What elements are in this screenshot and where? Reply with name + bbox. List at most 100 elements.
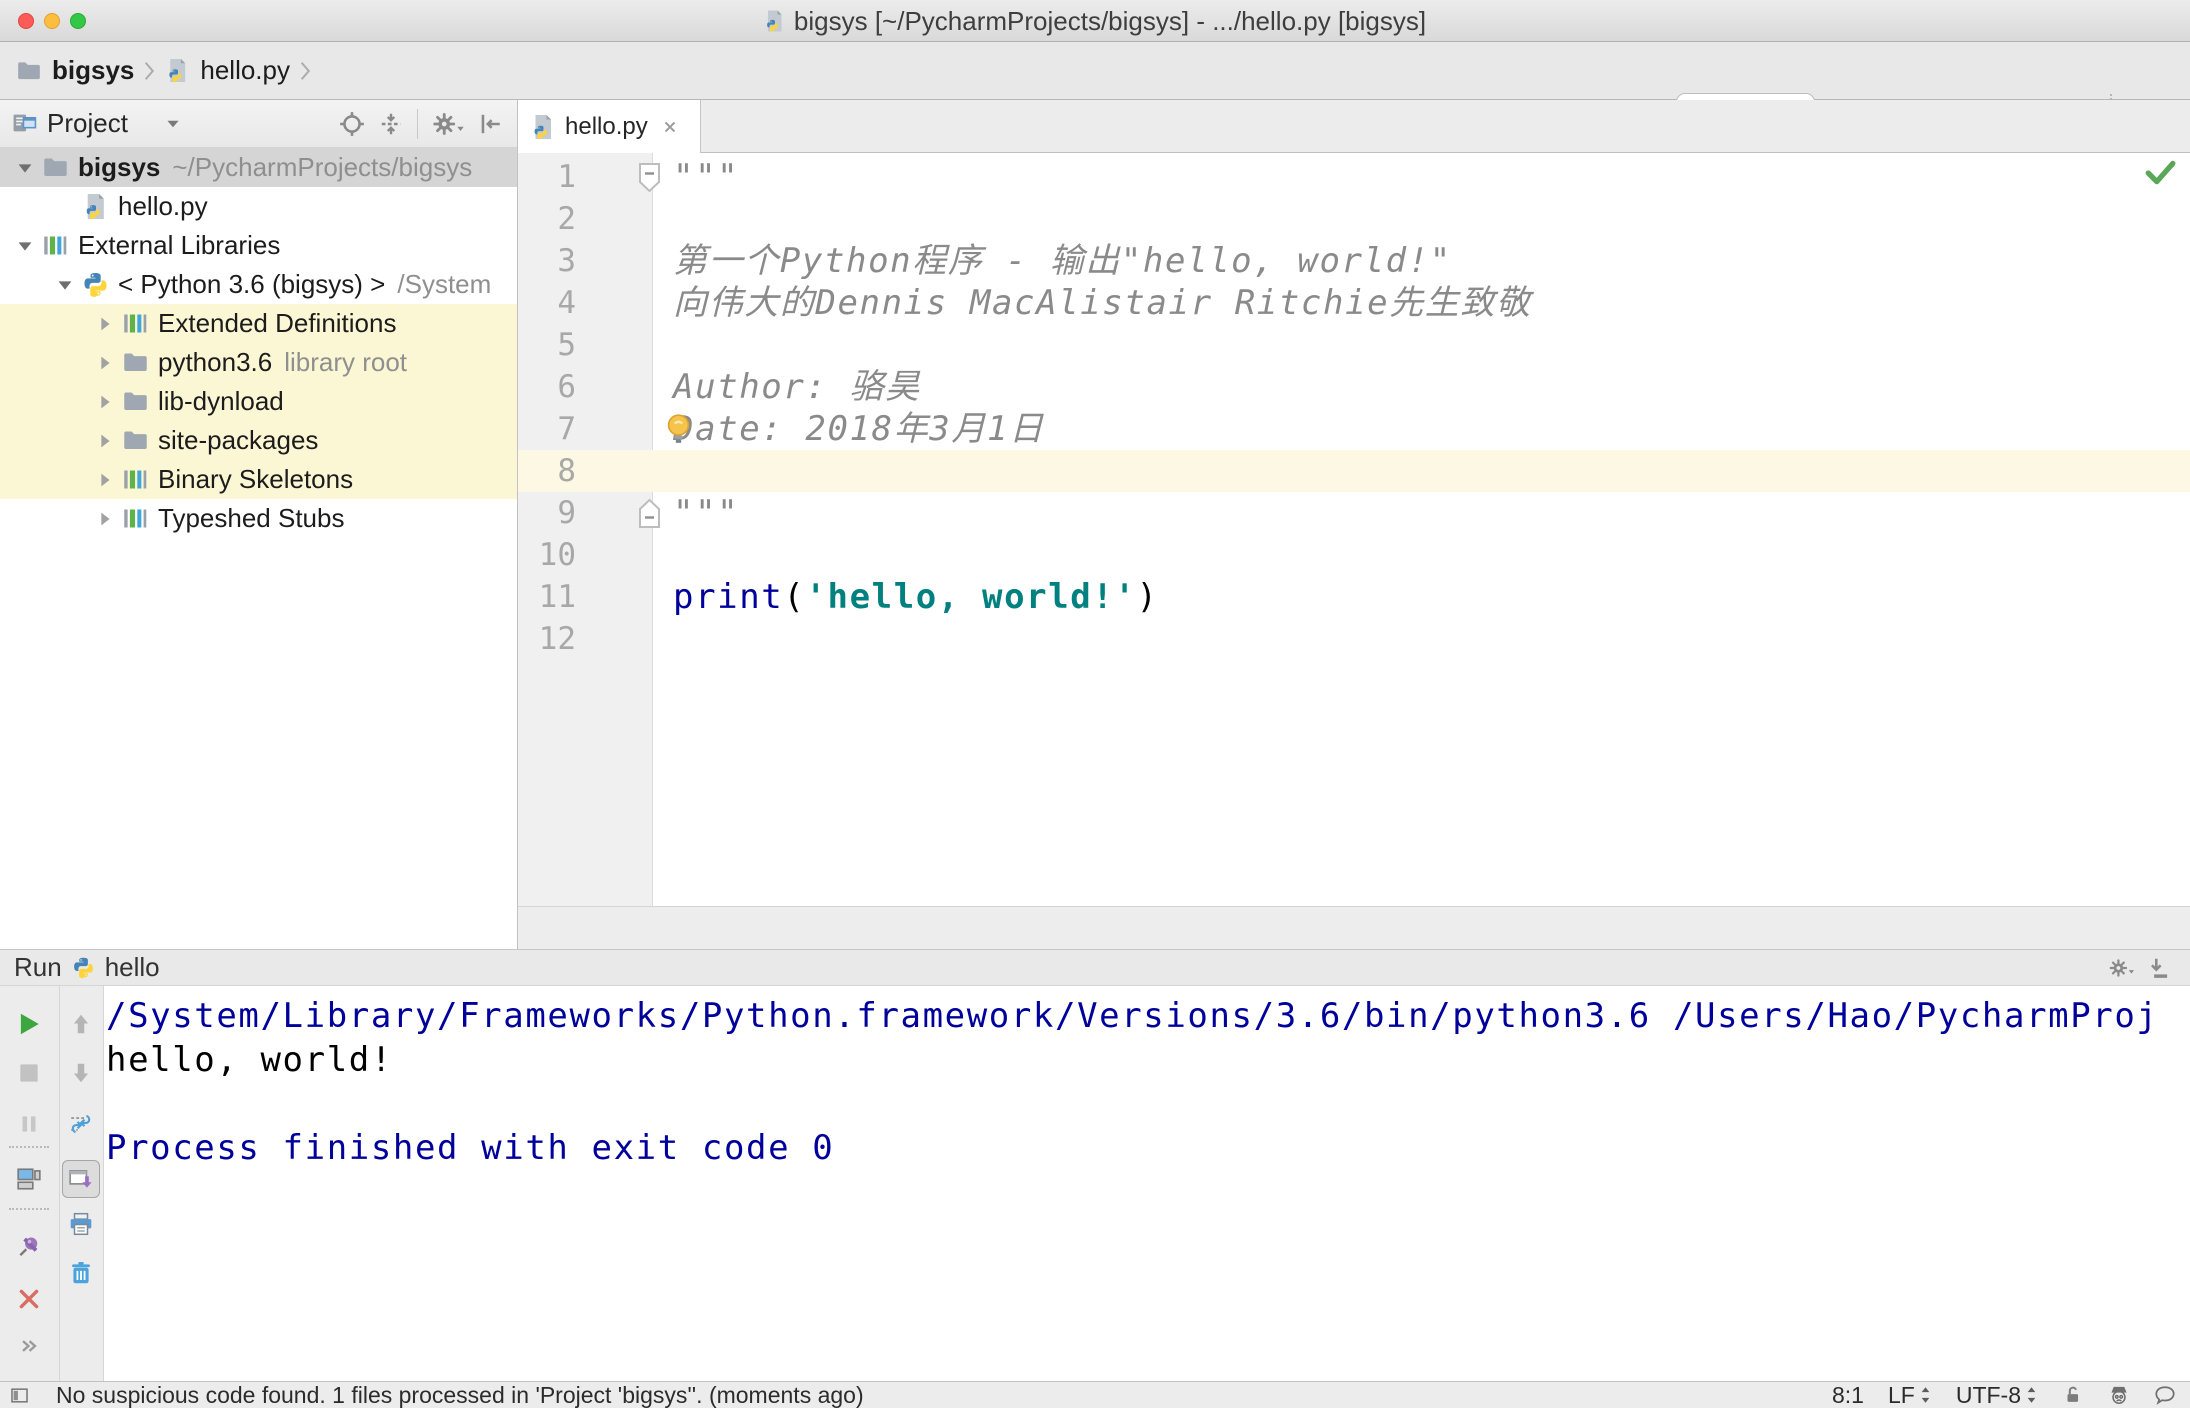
editor-line-8[interactable]: 8 <box>518 450 2190 492</box>
chevron-right-icon[interactable] <box>88 508 122 530</box>
tab-hello-py[interactable]: hello.py <box>518 100 701 153</box>
breadcrumb-file[interactable]: hello.py <box>200 55 290 86</box>
chevron-right-icon[interactable] <box>88 352 122 374</box>
rerun-button[interactable] <box>16 1011 42 1037</box>
hide-panel-icon[interactable] <box>2146 955 2172 981</box>
pin-button[interactable] <box>16 1233 42 1259</box>
editor-line-5[interactable]: 5 <box>518 324 2190 366</box>
line-number: 3 <box>557 243 576 279</box>
tree-item-external-libraries[interactable]: External Libraries <box>0 226 517 265</box>
toolbar-divider <box>59 986 60 1381</box>
tree-item-label: hello.py <box>118 191 208 221</box>
fold-marker-icon[interactable] <box>638 162 661 193</box>
clear-all-button[interactable] <box>68 1260 94 1286</box>
collapse-all-icon[interactable] <box>378 111 404 137</box>
folder-icon <box>16 58 42 84</box>
chevron-down-icon[interactable] <box>167 120 179 127</box>
editor-tab-bar: hello.py <box>518 100 2190 153</box>
event-log-bubble-icon[interactable] <box>2154 1384 2176 1406</box>
chevron-right-icon[interactable] <box>88 313 122 335</box>
toolwindow-switcher-icon[interactable] <box>10 1386 29 1405</box>
intention-bulb-icon[interactable] <box>664 413 693 446</box>
editor-line-12[interactable]: 12 <box>518 618 2190 660</box>
tab-label: hello.py <box>565 112 648 140</box>
folder-icon <box>122 388 149 415</box>
hector-inspector-icon[interactable] <box>2108 1384 2130 1406</box>
line-separator-widget[interactable]: LF <box>1888 1382 1932 1408</box>
tree-item-label: python3.6 <box>158 347 273 377</box>
tree-item-label: Extended Definitions <box>158 308 397 338</box>
tree-item-binary-skeletons[interactable]: Binary Skeletons <box>0 460 517 499</box>
editor-line-1[interactable]: 1 """ <box>518 156 2190 198</box>
breadcrumb: bigsys hello.py <box>16 42 311 99</box>
toolbar-separator <box>9 1208 49 1210</box>
editor-line-11[interactable]: 11 print('hello, world!') <box>518 576 2190 618</box>
chevron-right-icon[interactable] <box>88 469 122 491</box>
tree-item-bigsys[interactable]: bigsys ~/PycharmProjects/bigsys <box>0 148 517 187</box>
tree-item-python-3-6-bigsys[interactable]: < Python 3.6 (bigsys) > /System <box>0 265 517 304</box>
run-panel-config-label: hello <box>104 952 160 982</box>
soft-wrap-button[interactable] <box>68 1111 94 1137</box>
settings-gear-icon[interactable] <box>2108 955 2134 981</box>
more-button[interactable] <box>16 1333 42 1359</box>
editor-horizontal-scrollbar[interactable] <box>518 906 2190 949</box>
caret-position-widget[interactable]: 8:1 <box>1832 1382 1864 1408</box>
chevron-down-icon[interactable] <box>48 274 82 296</box>
down-button[interactable] <box>68 1060 94 1086</box>
editor-line-2[interactable]: 2 <box>518 198 2190 240</box>
breadcrumb-project[interactable]: bigsys <box>52 55 134 86</box>
breadcrumb-chevron-icon <box>300 61 311 81</box>
tree-item-hello-py[interactable]: hello.py <box>0 187 517 226</box>
editor-line-4[interactable]: 4 向伟大的Dennis MacAlistair Ritchie先生致敬 <box>518 282 2190 324</box>
code-text: """ <box>673 493 740 533</box>
pause-button[interactable] <box>16 1111 42 1137</box>
editor-line-9[interactable]: 9 """ <box>518 492 2190 534</box>
line-number: 6 <box>557 369 576 405</box>
restore-layout-button[interactable] <box>16 1166 42 1192</box>
pycharm-window: bigsys [~/PycharmProjects/bigsys] - .../… <box>0 0 2190 1408</box>
unlock-icon[interactable] <box>2062 1384 2084 1406</box>
folder-icon <box>122 427 149 454</box>
up-button[interactable] <box>68 1011 94 1037</box>
editor-line-3[interactable]: 3 第一个Python程序 - 输出"hello, world!" <box>518 240 2190 282</box>
console-line: /System/Library/Frameworks/Python.framew… <box>106 996 2159 1036</box>
hide-panel-icon[interactable] <box>477 111 503 137</box>
tree-item-python3-6[interactable]: python3.6 library root <box>0 343 517 382</box>
tree-item-extended-definitions[interactable]: Extended Definitions <box>0 304 517 343</box>
up-down-arrows-icon <box>1919 1386 1932 1404</box>
library-icon <box>122 505 149 532</box>
fold-marker-icon[interactable] <box>638 498 661 529</box>
tree-item-site-packages[interactable]: site-packages <box>0 421 517 460</box>
inspection-ok-check-icon[interactable] <box>2144 158 2176 186</box>
chevron-down-icon[interactable] <box>8 157 42 179</box>
settings-icon[interactable] <box>431 111 464 137</box>
line-number: 5 <box>557 327 576 363</box>
line-number: 11 <box>538 579 576 615</box>
print-button[interactable] <box>68 1211 94 1237</box>
line-number: 7 <box>557 411 576 447</box>
run-panel-toolbar <box>0 986 104 1381</box>
locate-icon[interactable] <box>339 111 365 137</box>
project-panel-title[interactable]: Project <box>47 108 128 139</box>
run-panel-title[interactable]: Run <box>14 952 62 983</box>
window-title: bigsys [~/PycharmProjects/bigsys] - .../… <box>793 5 1427 36</box>
status-bar-widgets: 8:1 LF UTF-8 <box>1832 1382 2176 1408</box>
close-button[interactable] <box>16 1286 42 1312</box>
editor-line-7[interactable]: 7 Date: 2018年3月1日 <box>518 408 2190 450</box>
navigation-bar: bigsys hello.py hello <box>0 42 2190 134</box>
stop-button[interactable] <box>16 1060 42 1086</box>
run-console[interactable]: /System/Library/Frameworks/Python.framew… <box>104 986 2190 1381</box>
editor-line-6[interactable]: 6 Author: 骆昊 <box>518 366 2190 408</box>
close-tab-icon[interactable] <box>661 118 679 136</box>
tree-item-typeshed-stubs[interactable]: Typeshed Stubs <box>0 499 517 538</box>
chevron-right-icon[interactable] <box>88 391 122 413</box>
tree-item-lib-dynload[interactable]: lib-dynload <box>0 382 517 421</box>
encoding-widget[interactable]: UTF-8 <box>1956 1382 2038 1408</box>
chevron-down-icon[interactable] <box>8 235 42 257</box>
code-editor[interactable]: 1 """ 2 3 第一个Python程序 - 输出"hello, world!" 4 向伟… <box>518 153 2190 906</box>
chevron-right-icon[interactable] <box>88 430 122 452</box>
scroll-to-end-button[interactable] <box>62 1160 100 1198</box>
editor-line-10[interactable]: 10 <box>518 534 2190 576</box>
python-file-icon <box>82 193 109 220</box>
